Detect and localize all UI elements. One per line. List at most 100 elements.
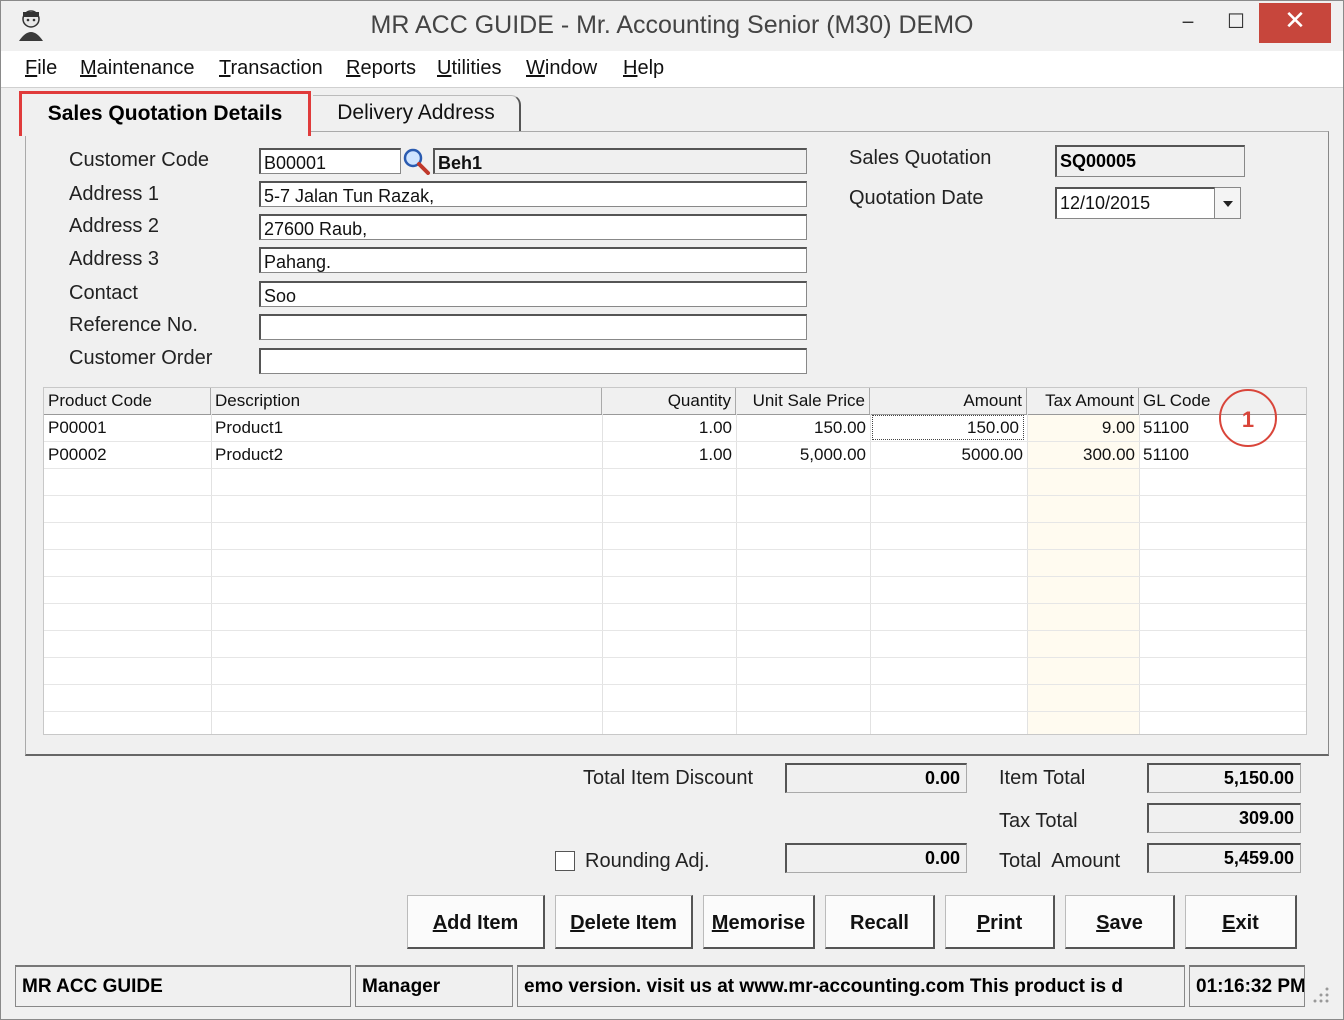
- add-item-button[interactable]: Add Item: [407, 895, 545, 949]
- menu-file-label: ile: [37, 57, 58, 79]
- memorise-button[interactable]: Memorise: [703, 895, 815, 949]
- window-title: MR ACC GUIDE - Mr. Accounting Senior (M3…: [370, 11, 974, 39]
- empty-row[interactable]: [44, 630, 1306, 658]
- grid-header: Product Code Description Quantity Unit S…: [44, 388, 1306, 415]
- tab-delivery-address[interactable]: Delivery Address: [313, 95, 521, 132]
- cell-product-code[interactable]: P00002: [44, 441, 211, 468]
- column-header-description[interactable]: Description: [211, 388, 602, 414]
- cell-description[interactable]: Product2: [211, 441, 602, 468]
- rounding-adj-label: Rounding Adj.: [585, 850, 710, 872]
- address2-label: Address 2: [69, 215, 160, 237]
- maximize-button[interactable]: ☐: [1213, 3, 1259, 43]
- menu-help[interactable]: Help: [623, 57, 664, 80]
- tax-total-label: Tax Total: [999, 810, 1078, 832]
- customer-lookup-search-icon[interactable]: [401, 147, 431, 175]
- cell-unit-sale-price[interactable]: 5,000.00: [736, 441, 870, 468]
- quotation-date-input[interactable]: 12/10/2015: [1055, 187, 1215, 219]
- title-bar: MR ACC GUIDE - Mr. Accounting Senior (M3…: [1, 1, 1343, 51]
- contact-input[interactable]: Soo: [259, 281, 807, 307]
- cell-quantity[interactable]: 1.00: [602, 441, 736, 468]
- menu-reports[interactable]: Reports: [346, 57, 416, 80]
- close-button[interactable]: ✕: [1259, 3, 1331, 43]
- sales-quotation-label: Sales Quotation: [849, 147, 992, 169]
- cell-amount-focused[interactable]: 150.00: [872, 415, 1024, 440]
- empty-row[interactable]: [44, 684, 1306, 712]
- total-amount-label: Total Amount: [999, 850, 1121, 872]
- cell-description[interactable]: Product1: [211, 414, 602, 441]
- menu-utilities[interactable]: Utilities: [437, 57, 501, 80]
- menu-transaction[interactable]: Transaction: [219, 57, 323, 80]
- reference-label: Reference No.: [69, 314, 198, 336]
- exit-button[interactable]: Exit: [1185, 895, 1297, 949]
- add-item-label: dd Item: [447, 912, 519, 934]
- save-mnemonic: S: [1096, 912, 1110, 934]
- address2-input[interactable]: 27600 Raub,: [259, 214, 807, 240]
- rounding-adj-checkbox[interactable]: [555, 851, 575, 871]
- print-button[interactable]: Print: [945, 895, 1055, 949]
- menu-maintenance[interactable]: Maintenance: [80, 57, 195, 80]
- annotation-callout: 1: [1219, 389, 1277, 447]
- rounding-adj-value: 0.00: [785, 843, 967, 873]
- line-items-grid[interactable]: Product Code Description Quantity Unit S…: [43, 387, 1307, 735]
- menu-reports-label: eports: [360, 57, 417, 79]
- status-app-name: MR ACC GUIDE: [15, 965, 351, 1007]
- menu-help-mnemonic: H: [623, 57, 638, 79]
- cell-gl-code[interactable]: 51100: [1139, 441, 1306, 468]
- cell-tax-amount[interactable]: 300.00: [1027, 441, 1139, 468]
- recall-button[interactable]: Recall: [825, 895, 935, 949]
- customer-code-label: Customer Code: [69, 149, 210, 171]
- save-button[interactable]: Save: [1065, 895, 1175, 949]
- delete-item-mnemonic: D: [570, 912, 585, 934]
- sales-quotation-number: SQ00005: [1055, 145, 1245, 177]
- empty-row[interactable]: [44, 522, 1306, 550]
- cell-product-code[interactable]: P00001: [44, 414, 211, 441]
- delete-item-label: elete Item: [584, 912, 677, 934]
- menu-utilities-label: tilities: [451, 57, 502, 79]
- column-header-unit-sale-price[interactable]: Unit Sale Price: [736, 388, 870, 414]
- memorise-label: emorise: [728, 912, 806, 934]
- contact-label: Contact: [69, 282, 138, 304]
- column-header-tax-amount[interactable]: Tax Amount: [1027, 388, 1139, 414]
- total-item-discount-label: Total Item Discount: [583, 767, 754, 789]
- chevron-down-icon: [1223, 201, 1233, 207]
- address1-label: Address 1: [69, 183, 160, 205]
- tax-total-value: 309.00: [1147, 803, 1301, 833]
- empty-row[interactable]: [44, 549, 1306, 577]
- menu-maintenance-label: aintenance: [96, 57, 195, 79]
- total-amount-value: 5,459.00: [1147, 843, 1301, 873]
- empty-row[interactable]: [44, 603, 1306, 631]
- address3-input[interactable]: Pahang.: [259, 247, 807, 273]
- status-clock: 01:16:32 PM: [1189, 965, 1305, 1007]
- print-label: rint: [990, 912, 1023, 934]
- cell-amount[interactable]: 5000.00: [870, 441, 1027, 468]
- empty-row[interactable]: [44, 576, 1306, 604]
- address1-input[interactable]: 5-7 Jalan Tun Razak,: [259, 181, 807, 207]
- date-dropdown-button[interactable]: [1215, 187, 1241, 219]
- empty-row[interactable]: [44, 468, 1306, 496]
- resize-grip-icon[interactable]: [1311, 985, 1331, 1005]
- customer-code-input[interactable]: B00001: [259, 148, 401, 174]
- cell-unit-sale-price[interactable]: 150.00: [736, 414, 870, 441]
- cell-tax-amount[interactable]: 9.00: [1027, 414, 1139, 441]
- empty-row[interactable]: [44, 495, 1306, 523]
- cell-quantity[interactable]: 1.00: [602, 414, 736, 441]
- address3-label: Address 3: [69, 248, 160, 270]
- table-row[interactable]: P00002 Product2 1.00 5,000.00 5000.00 30…: [44, 441, 1306, 469]
- menu-window[interactable]: Window: [526, 57, 597, 80]
- minimize-button[interactable]: ‒: [1163, 3, 1213, 43]
- menu-file[interactable]: File: [25, 57, 57, 80]
- column-header-amount[interactable]: Amount: [870, 388, 1027, 414]
- column-header-product-code[interactable]: Product Code: [44, 388, 211, 414]
- customer-order-input[interactable]: [259, 348, 807, 374]
- total-item-discount-value: 0.00: [785, 763, 967, 793]
- print-mnemonic: P: [976, 912, 991, 934]
- quotation-date-label: Quotation Date: [849, 187, 984, 209]
- empty-row[interactable]: [44, 657, 1306, 685]
- customer-name-display: Beh1: [433, 148, 807, 174]
- reference-input[interactable]: [259, 314, 807, 340]
- delete-item-button[interactable]: Delete Item: [555, 895, 693, 949]
- column-header-quantity[interactable]: Quantity: [602, 388, 736, 414]
- menu-window-mnemonic: W: [526, 57, 545, 79]
- tab-sales-quotation-details[interactable]: Sales Quotation Details: [19, 91, 311, 136]
- table-row[interactable]: P00001 Product1 1.00 150.00 150.00 9.00 …: [44, 414, 1306, 442]
